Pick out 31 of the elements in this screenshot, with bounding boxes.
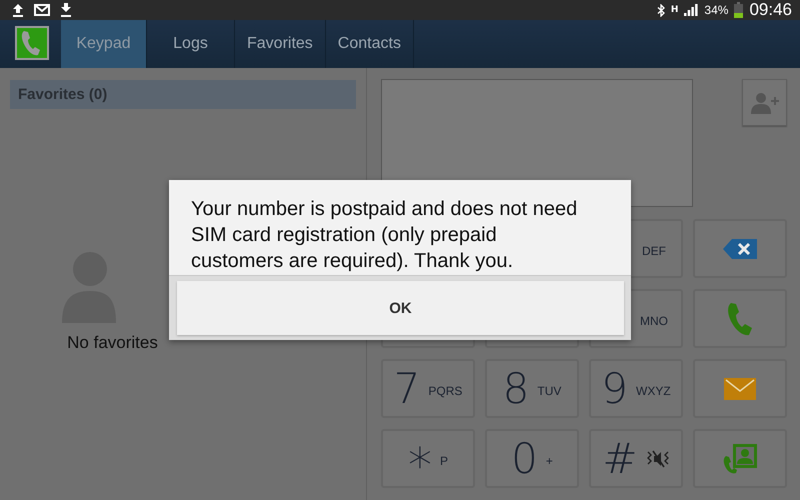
ok-button[interactable]: OK bbox=[177, 281, 624, 335]
call-button[interactable] bbox=[693, 289, 787, 348]
empty-message: No favorites bbox=[67, 333, 158, 353]
upload-icon bbox=[12, 3, 24, 17]
vibrate-mute-icon bbox=[646, 448, 670, 470]
dial-key[interactable]: 0 + bbox=[485, 429, 579, 488]
dialog-message: Your number is postpaid and does not need SIM card registration (only prepaid customers are required). Thank you. bbox=[190, 197, 578, 274]
message-button[interactable] bbox=[693, 359, 787, 418]
network-type: H bbox=[670, 5, 678, 15]
signal-icon bbox=[684, 4, 698, 16]
battery-percent: 34% bbox=[704, 3, 728, 17]
add-contact-button[interactable] bbox=[742, 79, 787, 126]
tab[interactable]: Keypad bbox=[61, 20, 147, 68]
favorites-header: Favorites (0) bbox=[10, 80, 356, 109]
tab[interactable]: Favorites bbox=[235, 20, 326, 68]
tab[interactable]: Logs bbox=[147, 20, 235, 68]
bluetooth-icon bbox=[656, 4, 665, 16]
phone-icon bbox=[726, 300, 754, 336]
add-person-icon bbox=[750, 92, 778, 114]
delete-button[interactable] bbox=[693, 219, 787, 278]
backspace-icon bbox=[723, 238, 757, 258]
dial-key[interactable]: # bbox=[589, 429, 683, 488]
download-icon bbox=[60, 3, 72, 17]
mail-icon bbox=[34, 4, 50, 16]
battery-icon bbox=[734, 2, 744, 18]
envelope-icon bbox=[724, 378, 756, 400]
clock: 09:46 bbox=[749, 0, 792, 20]
contacts-button[interactable] bbox=[693, 429, 787, 488]
contact-call-icon bbox=[723, 444, 757, 474]
phone-app-icon bbox=[15, 26, 49, 60]
tab[interactable]: Contacts bbox=[326, 20, 414, 68]
